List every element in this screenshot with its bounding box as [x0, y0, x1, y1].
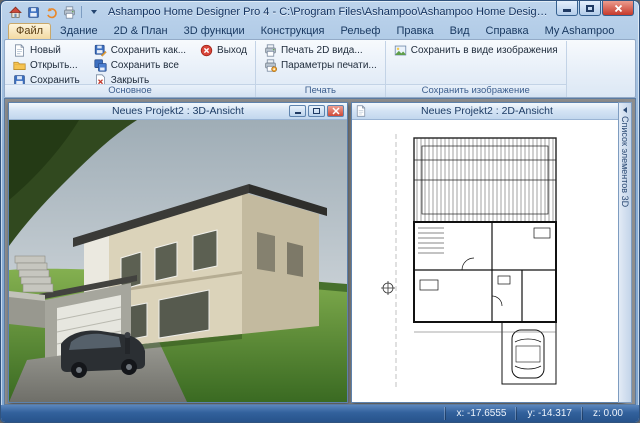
ribbon: Новый Открыть... Сохранить Сохранить как… [4, 39, 636, 98]
print-settings-button[interactable]: Параметры печати... [261, 58, 380, 72]
print-icon [264, 44, 277, 57]
app-icon[interactable] [7, 5, 23, 20]
open-folder-icon [13, 59, 26, 72]
qat-separator [81, 6, 82, 18]
quick-print-icon[interactable] [61, 5, 77, 20]
quick-undo-icon[interactable] [43, 5, 59, 20]
tab-terrain[interactable]: Рельеф [334, 24, 388, 39]
save-all-icon [94, 59, 107, 72]
save-as-button[interactable]: Сохранить как... [91, 43, 189, 57]
plan-document-icon [355, 105, 367, 117]
tab-2d-plan[interactable]: 2D & План [107, 24, 175, 39]
child-3d-titlebar[interactable]: Neues Projekt2 : 3D-Ansicht [9, 103, 347, 120]
ribbon-group-print: Печать 2D вида... Параметры печати... Пе… [256, 41, 386, 97]
tab-edit[interactable]: Правка [389, 24, 440, 39]
child-3d-close-button[interactable] [327, 105, 344, 117]
tab-help[interactable]: Справка [479, 24, 536, 39]
child-3d-controls [289, 105, 344, 117]
2d-plan-canvas [352, 120, 622, 402]
child-window-2d: Neues Projekt2 : 2D-Ansicht [351, 102, 623, 403]
person-3d [125, 332, 131, 354]
tab-my-ashampoo[interactable]: My Ashampoo [538, 24, 622, 39]
open-button[interactable]: Открыть... [10, 58, 83, 72]
title-bar[interactable]: Ashampoo Home Designer Pro 4 - C:\Progra… [4, 1, 636, 21]
exit-button[interactable]: Выход [197, 43, 250, 57]
new-document-icon [13, 44, 26, 57]
child-2d-title: Neues Projekt2 : 2D-Ansicht [370, 105, 604, 117]
3d-render-canvas [9, 120, 347, 402]
expand-panel-icon [623, 107, 627, 113]
tab-3d-functions[interactable]: 3D функции [177, 24, 252, 39]
open-button-label: Открыть... [30, 60, 78, 71]
mdi-workspace: Neues Projekt2 : 3D-Ansicht [4, 98, 636, 405]
child-3d-close-icon [332, 107, 340, 115]
child-window-3d: Neues Projekt2 : 3D-Ansicht [8, 102, 348, 403]
close-button[interactable] [602, 1, 634, 16]
qat-dropdown-icon[interactable] [86, 5, 102, 20]
ribbon-empty-area [567, 41, 635, 97]
save-all-button-label: Сохранить все [111, 60, 179, 71]
status-z-coordinate: z: 0.00 [582, 407, 633, 420]
save-all-button[interactable]: Сохранить все [91, 58, 189, 72]
tab-building[interactable]: Здание [53, 24, 105, 39]
minimize-button[interactable] [556, 1, 578, 16]
new-button-label: Новый [30, 45, 61, 56]
print-settings-button-label: Параметры печати... [281, 60, 377, 71]
status-x-coordinate: x: -17.6555 [445, 407, 516, 420]
ribbon-group-save-image: Сохранить в виде изображения Сохранить и… [386, 41, 567, 97]
child-2d-titlebar[interactable]: Neues Projekt2 : 2D-Ansicht [352, 103, 622, 120]
group-caption-print: Печать [256, 84, 385, 97]
status-y-coordinate: y: -14.317 [516, 407, 581, 420]
new-button[interactable]: Новый [10, 43, 83, 57]
viewport-3d[interactable] [9, 120, 347, 402]
maximize-button[interactable] [579, 1, 601, 16]
tab-file[interactable]: Файл [8, 23, 51, 39]
ribbon-group-main: Новый Открыть... Сохранить Сохранить как… [5, 41, 256, 97]
window-controls [556, 1, 634, 16]
print-settings-icon [264, 59, 277, 72]
save-as-image-button[interactable]: Сохранить в виде изображения [391, 43, 561, 57]
quick-save-icon[interactable] [25, 5, 41, 20]
group-caption-save-image: Сохранить изображение [386, 84, 566, 97]
status-bar: x: -17.6555 y: -14.317 z: 0.00 [1, 405, 639, 422]
exit-button-label: Выход [217, 45, 247, 56]
print-2d-button-label: Печать 2D вида... [281, 45, 363, 56]
viewport-2d[interactable] [352, 120, 622, 402]
save-as-image-button-label: Сохранить в виде изображения [411, 45, 558, 56]
save-as-button-label: Сохранить как... [111, 45, 186, 56]
tab-construction[interactable]: Конструкция [254, 24, 332, 39]
tab-view[interactable]: Вид [443, 24, 477, 39]
catalog-panel-collapsed[interactable]: Список элементов 3D [618, 102, 632, 403]
child-3d-maximize-button[interactable] [308, 105, 325, 117]
child-3d-title: Neues Projekt2 : 3D-Ansicht [70, 105, 286, 117]
ribbon-tab-bar: Файл Здание 2D & План 3D функции Констру… [4, 21, 636, 39]
close-icon [614, 4, 623, 13]
save-as-icon [94, 44, 107, 57]
print-2d-button[interactable]: Печать 2D вида... [261, 43, 380, 57]
quick-access-toolbar [7, 5, 102, 20]
app-window: Ashampoo Home Designer Pro 4 - C:\Progra… [0, 0, 640, 423]
catalog-panel-label: Список элементов 3D [620, 116, 630, 207]
child-3d-minimize-button[interactable] [289, 105, 306, 117]
group-caption-main: Основное [5, 84, 255, 97]
window-title: Ashampoo Home Designer Pro 4 - C:\Progra… [108, 6, 550, 18]
exit-icon [200, 44, 213, 57]
save-image-icon [394, 44, 407, 57]
